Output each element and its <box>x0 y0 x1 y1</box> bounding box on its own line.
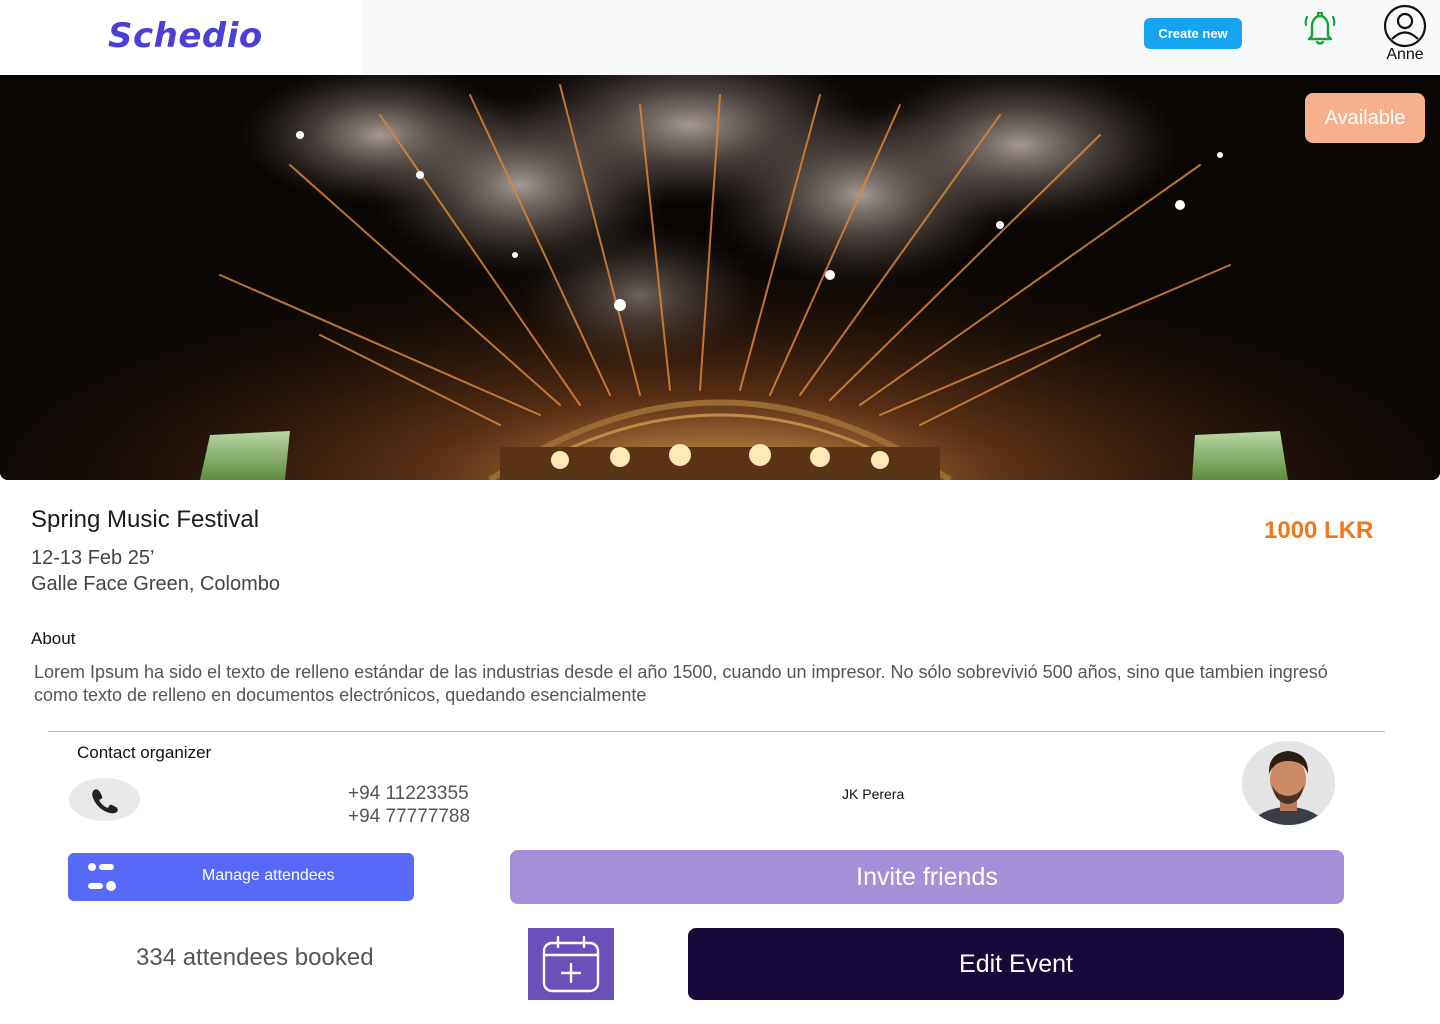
manage-attendees-icon <box>88 863 116 891</box>
user-name: Anne <box>1386 46 1424 63</box>
event-title: Spring Music Festival <box>31 506 260 533</box>
phone-icon[interactable] <box>69 778 140 821</box>
availability-badge: Available <box>1305 93 1425 143</box>
event-detail-page: Schedio Create new Anne Available Spring… <box>0 0 1440 1024</box>
create-new-button[interactable]: Create new <box>1144 18 1242 49</box>
manage-attendees-button[interactable]: Manage attendees <box>68 853 414 901</box>
organizer-name: JK Perera <box>842 786 905 802</box>
user-avatar-icon <box>1383 4 1427 48</box>
phone-number-2[interactable]: +94 77777788 <box>348 806 470 828</box>
phone-number-1[interactable]: +94 11223355 <box>348 783 469 805</box>
event-location: Galle Face Green, Colombo <box>31 573 281 595</box>
about-text: Lorem Ipsum ha sido el texto de relleno … <box>34 662 1328 705</box>
top-header <box>363 0 1440 75</box>
fireworks-photo <box>0 75 1440 480</box>
about-heading: About <box>31 629 76 648</box>
event-price: 1000 LKR <box>1264 517 1374 544</box>
organizer-avatar <box>1242 741 1335 825</box>
manage-attendees-label: Manage attendees <box>202 867 335 884</box>
logo-area: Schedio <box>0 0 363 75</box>
calendar-add-button[interactable] <box>528 928 614 1000</box>
edit-event-button[interactable]: Edit Event <box>688 928 1344 1000</box>
section-divider <box>48 731 1385 732</box>
user-menu[interactable]: Anne <box>1380 4 1430 68</box>
event-date: 12-13 Feb 25’ <box>31 547 155 569</box>
contact-heading: Contact organizer <box>77 743 212 762</box>
invite-friends-button[interactable]: Invite friends <box>510 850 1344 904</box>
calendar-add-icon <box>542 935 600 993</box>
attendees-count: 334 attendees booked <box>136 944 374 971</box>
event-hero-image <box>0 75 1440 480</box>
bell-icon[interactable] <box>1300 8 1340 48</box>
brand-logo[interactable]: Schedio <box>108 16 263 56</box>
